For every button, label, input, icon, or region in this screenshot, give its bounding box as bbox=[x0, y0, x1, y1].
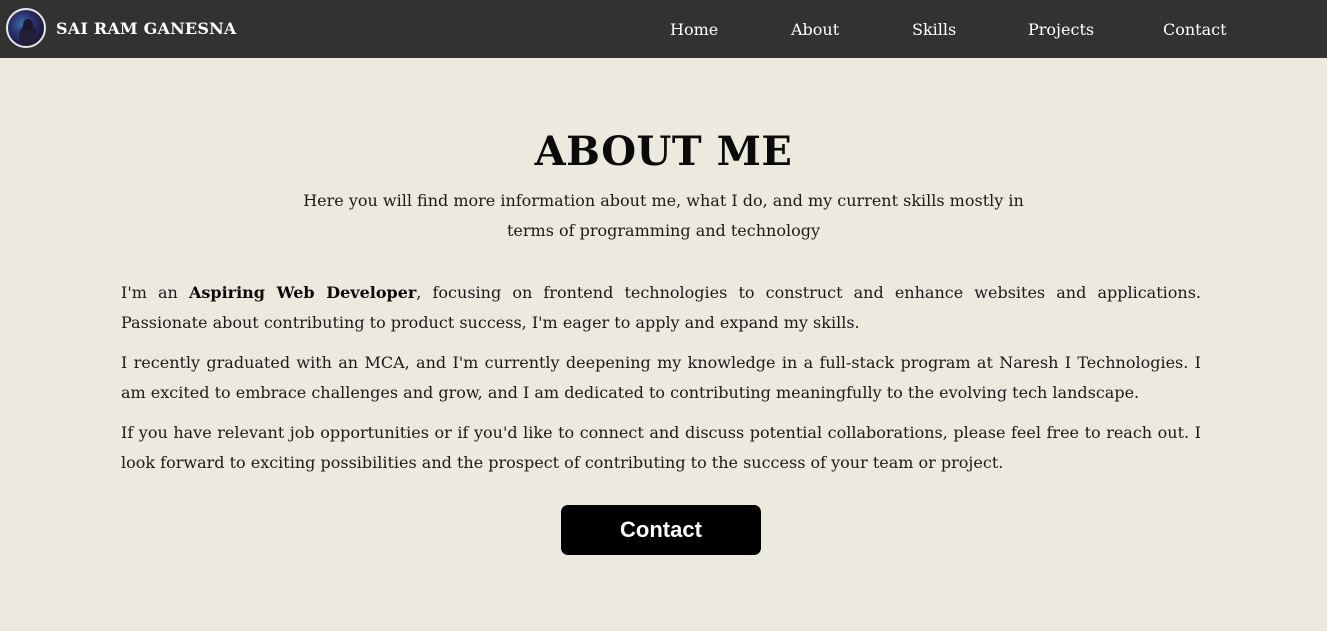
nav-link-skills[interactable]: Skills bbox=[912, 20, 956, 39]
nav-link-projects[interactable]: Projects bbox=[1028, 20, 1094, 39]
nav-link-home[interactable]: Home bbox=[670, 20, 718, 39]
about-paragraph-3: If you have relevant job opportunities o… bbox=[121, 423, 1201, 472]
page-title: ABOUT ME bbox=[534, 128, 793, 175]
nav-link-about[interactable]: About bbox=[791, 20, 839, 39]
highlight-role: Aspiring Web Developer bbox=[188, 283, 417, 302]
page-subtitle: Here you will find more information abou… bbox=[303, 191, 1024, 240]
contact-button[interactable]: Contact bbox=[561, 505, 761, 555]
nav-link-contact[interactable]: Contact bbox=[1163, 20, 1227, 39]
about-paragraph-1: I'm an Aspiring Web Developer, focusing … bbox=[121, 278, 1201, 338]
nav-links: Home About Skills Projects Contact bbox=[0, 0, 1327, 58]
paragraph-1-intro: I'm an bbox=[121, 283, 189, 302]
about-paragraph-2: I recently graduated with an MCA, and I'… bbox=[121, 353, 1201, 402]
navbar: SAI RAM GANESNA Home About Skills Projec… bbox=[0, 0, 1327, 58]
